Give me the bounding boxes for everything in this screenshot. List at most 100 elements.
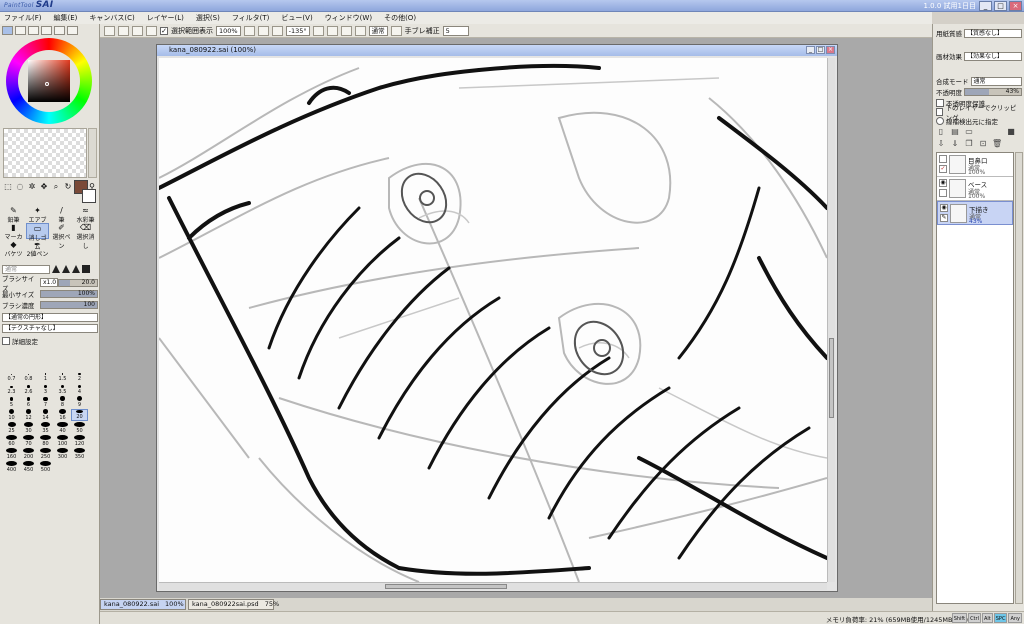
horizontal-scrollbar[interactable] <box>159 582 827 590</box>
tool-airbrush[interactable]: ✦エアブラシ <box>26 206 49 234</box>
brush-size-preset[interactable]: 300 <box>54 448 71 460</box>
opacity-slider[interactable]: 43% <box>964 88 1022 96</box>
brush-shape-select[interactable]: 【通常の円形】 <box>2 313 98 322</box>
menu-select[interactable]: 選択(S) <box>196 13 220 23</box>
swatch-scrollbar[interactable] <box>88 128 97 178</box>
deselect-button[interactable] <box>132 25 143 36</box>
maximize-button[interactable]: □ <box>994 1 1007 11</box>
delete-layer-icon[interactable]: 🗑 <box>992 139 1002 149</box>
reference-source-checkbox[interactable] <box>936 117 944 125</box>
brush-size-preset[interactable]: 3.5 <box>54 383 71 395</box>
new-linework-layer-icon[interactable]: ▤ <box>950 127 960 137</box>
brush-size-preset[interactable]: 80 <box>37 435 54 447</box>
rgb-slider-tab[interactable] <box>15 26 26 35</box>
rotate-right-button[interactable] <box>326 25 338 36</box>
layer-scrollbar[interactable] <box>1015 152 1023 604</box>
brush-size-preset[interactable]: 2 <box>71 370 88 382</box>
protect-opacity-checkbox[interactable] <box>936 99 944 107</box>
visibility-toggle-icon[interactable]: ◉ <box>939 179 947 187</box>
brush-size-preset[interactable]: 2.3 <box>3 383 20 395</box>
menu-layer[interactable]: レイヤー(L) <box>147 13 184 23</box>
tool-select-pen[interactable]: ✐ 選択ペン <box>50 223 73 251</box>
brush-size-preset[interactable]: 1 <box>37 370 54 382</box>
brush-size-preset[interactable]: 0.8 <box>20 370 37 382</box>
layer-row[interactable]: ◉ ベース 通常 100% <box>937 177 1013 201</box>
menu-view[interactable]: ビュー(V) <box>281 13 312 23</box>
brush-size-preset[interactable]: 3 <box>37 383 54 395</box>
document-tab[interactable]: kana_080922.sai 100% <box>100 599 186 610</box>
texture-select[interactable]: 【テクスチャなし】 <box>2 324 98 333</box>
brush-size-preset[interactable]: 120 <box>71 435 88 447</box>
density-slider[interactable]: 100 <box>40 300 98 309</box>
color-wheel[interactable] <box>6 38 92 124</box>
brush-size-preset[interactable]: 250 <box>37 448 54 460</box>
size-multiplier[interactable]: x1.0 <box>40 278 58 287</box>
selection-visible-checkbox[interactable]: ✓ <box>160 26 168 35</box>
zoom-field[interactable]: 100% <box>216 25 241 36</box>
shape-edge-1-icon[interactable] <box>52 265 60 273</box>
doc-maximize-button[interactable]: □ <box>816 46 825 54</box>
color-swatch-area[interactable] <box>3 128 87 178</box>
menu-window[interactable]: ウィンドウ(W) <box>325 13 372 23</box>
tool-marker[interactable]: ▮ マーカー <box>2 223 25 251</box>
brush-size-preset[interactable]: 100 <box>54 435 71 447</box>
rotate-reset-button[interactable] <box>340 25 352 36</box>
brush-size-preset[interactable]: 7 <box>37 396 54 408</box>
rotate-icon[interactable]: ↻ <box>63 182 73 192</box>
brush-size-preset[interactable]: 4 <box>71 383 88 395</box>
brush-size-preset[interactable]: 70 <box>20 435 37 447</box>
rect-select-icon[interactable]: ⬚ <box>3 182 13 192</box>
magic-wand-icon[interactable]: ✲ <box>27 182 37 192</box>
brush-size-preset[interactable]: 350 <box>71 448 88 460</box>
invert-select-button[interactable] <box>146 25 157 36</box>
tool-select-eraser[interactable]: ⌫ 選択消し <box>74 223 97 251</box>
brush-size-preset[interactable]: 200 <box>20 448 37 460</box>
draw-target-icon[interactable]: ✎ <box>940 214 948 222</box>
layer-lock-icon[interactable]: ✓ <box>939 165 947 173</box>
rotation-field[interactable]: -135° <box>285 25 310 36</box>
menu-file[interactable]: ファイル(F) <box>4 13 42 23</box>
document-tab[interactable]: kana_080922sai.psd 75% <box>188 599 279 610</box>
visibility-toggle-icon[interactable] <box>939 155 947 163</box>
brush-size-preset[interactable]: 6 <box>20 396 37 408</box>
brush-size-preset[interactable]: 30 <box>20 422 37 434</box>
copy-layer-icon[interactable]: ❐ <box>964 139 974 149</box>
horizontal-scroll-thumb[interactable] <box>385 584 507 589</box>
close-button[interactable]: × <box>1009 1 1022 11</box>
vertical-scroll-thumb[interactable] <box>829 338 834 418</box>
new-folder-icon[interactable]: ▭ <box>964 127 974 137</box>
blend-dropdown[interactable]: 通常 <box>368 25 388 36</box>
tool-bucket[interactable]: ◆ バケツ <box>2 240 25 259</box>
hsv-slider-tab[interactable] <box>28 26 39 35</box>
move-icon[interactable]: ✥ <box>39 182 49 192</box>
rotate-left-button[interactable] <box>312 25 324 36</box>
lasso-icon[interactable]: ◌ <box>15 182 25 192</box>
brush-size-preset[interactable]: 20 <box>71 409 88 421</box>
visibility-toggle-icon[interactable]: ◉ <box>940 204 948 212</box>
clipping-checkbox[interactable] <box>936 108 944 116</box>
shape-edge-2-icon[interactable] <box>62 265 70 273</box>
vertical-scrollbar[interactable] <box>827 58 835 582</box>
toggle-button[interactable] <box>390 25 402 36</box>
stabilizer-field[interactable]: 5 <box>442 25 469 36</box>
brush-size-preset[interactable]: 35 <box>37 422 54 434</box>
clear-layer-icon[interactable]: ⊡ <box>978 139 988 149</box>
undo-button[interactable] <box>104 25 115 36</box>
brush-size-preset[interactable]: 14 <box>37 409 54 421</box>
menu-edit[interactable]: 編集(E) <box>54 13 78 23</box>
transfer-down-icon[interactable]: ⇩ <box>936 139 946 149</box>
layer-lock-icon[interactable] <box>939 189 947 197</box>
tool-eraser[interactable]: ▭ 消しゴム <box>26 223 49 251</box>
menu-filter[interactable]: フィルタ(T) <box>232 13 270 23</box>
brush-size-preset[interactable]: 8 <box>54 396 71 408</box>
menu-canvas[interactable]: キャンバス(C) <box>89 13 134 23</box>
zoom-out-button[interactable] <box>243 25 255 36</box>
scratch-tab[interactable] <box>67 26 78 35</box>
brush-size-preset[interactable]: 500 <box>37 461 54 473</box>
new-layer-icon[interactable]: ▯ <box>936 127 946 137</box>
min-size-slider[interactable]: 100% <box>40 289 98 298</box>
brush-size-preset[interactable]: 450 <box>20 461 37 473</box>
color-wheel-tab[interactable] <box>2 26 13 35</box>
brush-size-preset[interactable]: 9 <box>71 396 88 408</box>
brush-size-preset[interactable]: 60 <box>3 435 20 447</box>
